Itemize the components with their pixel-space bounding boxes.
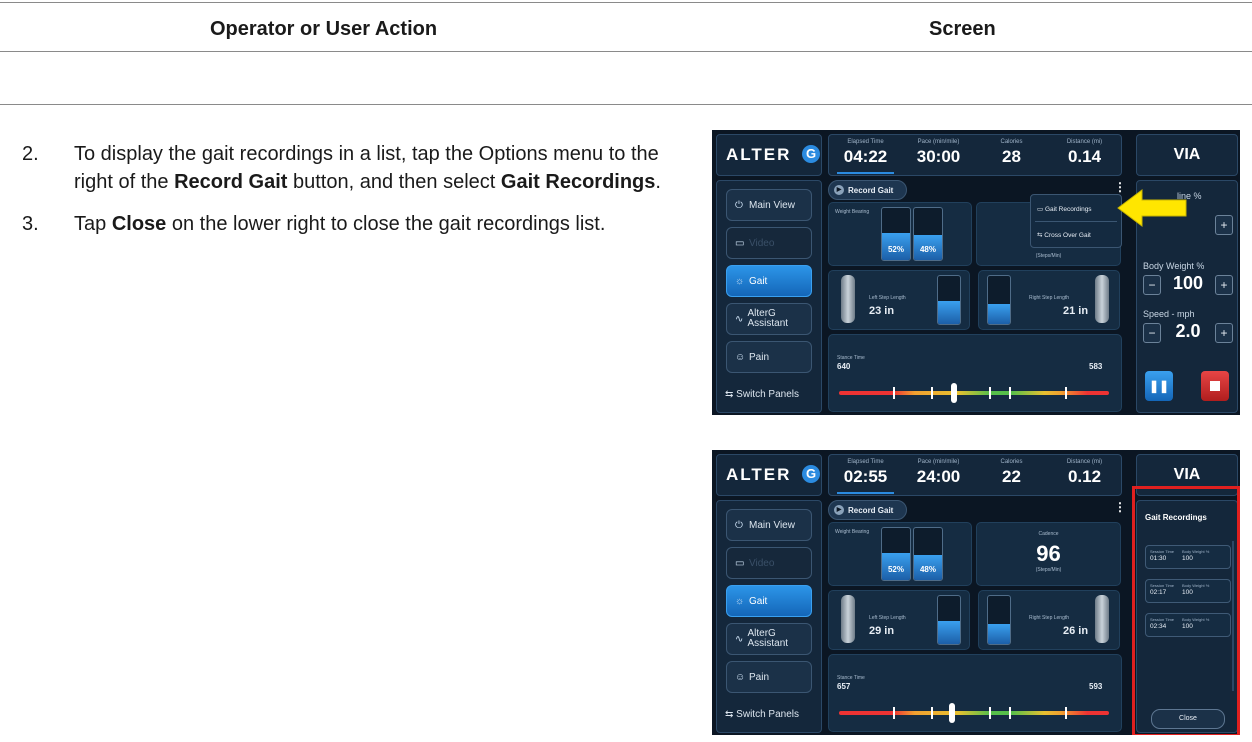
right-step-card: Right Step Length 21 in (978, 270, 1120, 330)
speed-plus-button[interactable]: + (1215, 323, 1233, 343)
stat-calories[interactable]: Calories 22 (975, 455, 1048, 487)
face-icon: ☺ (735, 671, 746, 683)
right-leg-icon (1095, 595, 1109, 643)
right-step-card: Right Step Length 26 in (978, 590, 1120, 650)
speed-value: 2.0 (1175, 321, 1201, 341)
step-number: 2. (22, 143, 39, 165)
weight-bearing-card: Weight Bearing 52% 48% (828, 522, 972, 586)
column-header-screen: Screen (929, 18, 996, 40)
nav-alterg-assistant[interactable]: ∿ AlterG Assistant (726, 303, 812, 335)
switch-panels-button[interactable]: ⇆ Switch Panels (725, 709, 799, 720)
nav-gait[interactable]: ☼ Gait (726, 265, 812, 297)
stat-calories[interactable]: Calories 28 (975, 135, 1048, 167)
left-step-card: Left Step Length 29 in (828, 590, 970, 650)
nav-pain[interactable]: ☺ Pain (726, 341, 812, 373)
sidebar: ⏻ Main View ▭ Video ☼ Gait ∿ AlterG Assistan… (716, 500, 822, 733)
screen-options-menu: ALTER G Elapsed Time 04:22 Pace (min/mile)… (712, 130, 1240, 415)
alterg-logo: ALTER G (716, 134, 822, 176)
face-icon: ☺ (735, 351, 746, 363)
walk-icon: ☼ (735, 595, 745, 607)
via-button[interactable]: VIA (1136, 134, 1238, 176)
cadence-value: 96 (1036, 541, 1061, 566)
left-leg-icon (841, 275, 855, 323)
nav-alterg-assistant[interactable]: ∿ AlterG Assistant (726, 623, 812, 655)
highlight-box (1132, 486, 1240, 735)
record-gait-button[interactable]: ▶ Record Gait (828, 500, 907, 520)
pause-button[interactable]: ❚❚ (1145, 371, 1173, 401)
weight-bearing-card: Weight Bearing 52% 48% (828, 202, 972, 266)
stance-indicator (951, 383, 957, 403)
nav-video[interactable]: ▭ Video (726, 547, 812, 579)
stat-pace[interactable]: Pace (min/mile) 24:00 (902, 455, 975, 487)
left-step-card: Left Step Length 23 in (828, 270, 970, 330)
stats-bar: Elapsed Time 04:22 Pace (min/mile) 30:00 C… (828, 134, 1122, 176)
walk-icon: ☼ (735, 275, 745, 287)
stance-indicator (949, 703, 955, 723)
speed-stepper: − 2.0 + (1143, 321, 1233, 343)
nav-main-view[interactable]: ⏻ Main View (726, 509, 812, 541)
step-number: 3. (22, 213, 39, 235)
stat-distance[interactable]: Distance (mi) 0.14 (1048, 135, 1121, 167)
swap-icon: ⇆ (725, 709, 737, 720)
nav-video[interactable]: ▭ Video (726, 227, 812, 259)
stat-elapsed-time[interactable]: Elapsed Time 04:22 (829, 135, 902, 174)
menu-item-gait-recordings[interactable]: ▭ Gait Recordings (1037, 205, 1092, 213)
switch-panels-button[interactable]: ⇆ Switch Panels (725, 389, 799, 400)
step-3: 3. Tap Close on the lower right to close… (0, 210, 690, 238)
play-icon: ▶ (834, 505, 844, 515)
yellow-arrow-icon (1117, 189, 1187, 227)
column-header-action: Operator or User Action (210, 18, 438, 40)
nav-gait[interactable]: ☼ Gait (726, 585, 812, 617)
pulse-icon: ∿ (735, 633, 744, 645)
stat-pace[interactable]: Pace (min/mile) 30:00 (902, 135, 975, 167)
right-weight-bar: 48% (913, 527, 943, 581)
step-2: 2. To display the gait recordings in a l… (0, 140, 690, 196)
record-gait-button[interactable]: ▶ Record Gait (828, 180, 907, 200)
speed-minus-button[interactable]: − (1143, 323, 1161, 343)
options-menu: ▭ Gait Recordings ⇆ Cross Over Gait (1030, 194, 1122, 248)
stat-distance[interactable]: Distance (mi) 0.12 (1048, 455, 1121, 487)
sidebar: ⏻ Main View ▭ Video ☼ Gait ∿ AlterG Assistan… (716, 180, 822, 413)
steps-list: 2. To display the gait recordings in a l… (0, 140, 690, 252)
power-icon: ⏻ (735, 519, 743, 531)
right-leg-icon (1095, 275, 1109, 323)
folder-icon: ▭ (1037, 206, 1045, 213)
video-icon: ▭ (735, 557, 745, 569)
alterg-logo: ALTER G (716, 454, 822, 496)
pause-icon: ❚❚ (1148, 379, 1170, 393)
body-weight-plus-button[interactable]: + (1215, 275, 1233, 295)
stance-time-card: Stance Time 657 593 (828, 654, 1122, 732)
options-menu-icon[interactable]: ⋮ (1114, 500, 1126, 514)
play-icon: ▶ (834, 185, 844, 195)
step-text: To display the gait recordings in a list… (74, 143, 661, 193)
screen-gait-recordings: ALTER G Elapsed Time 02:55 Pace (min/mile)… (712, 450, 1240, 735)
power-icon: ⏻ (735, 199, 743, 211)
stats-bar: Elapsed Time 02:55 Pace (min/mile) 24:00 C… (828, 454, 1122, 496)
stance-symmetry-bar (839, 383, 1109, 403)
nav-main-view[interactable]: ⏻ Main View (726, 189, 812, 221)
video-icon: ▭ (735, 237, 745, 249)
body-weight-stepper: − 100 + (1143, 273, 1233, 295)
incline-plus-button[interactable]: + (1215, 215, 1233, 235)
stance-time-card: Stance Time 640 583 (828, 334, 1122, 412)
body-weight-value: 100 (1172, 273, 1204, 293)
stop-button[interactable] (1201, 371, 1229, 401)
stance-symmetry-bar (839, 703, 1109, 723)
nav-pain[interactable]: ☺ Pain (726, 661, 812, 693)
pulse-icon: ∿ (735, 313, 744, 325)
cadence-card: Cadence 96 (Steps/Min) (976, 522, 1121, 586)
left-weight-bar: 52% (881, 207, 911, 261)
step-text: Tap Close on the lower right to close th… (74, 213, 606, 235)
right-weight-bar: 48% (913, 207, 943, 261)
left-leg-icon (841, 595, 855, 643)
menu-item-cross-over-gait[interactable]: ⇆ Cross Over Gait (1037, 231, 1091, 239)
left-weight-bar: 52% (881, 527, 911, 581)
swap-icon: ⇆ (725, 389, 737, 400)
stat-elapsed-time[interactable]: Elapsed Time 02:55 (829, 455, 902, 494)
body-weight-minus-button[interactable]: − (1143, 275, 1161, 295)
